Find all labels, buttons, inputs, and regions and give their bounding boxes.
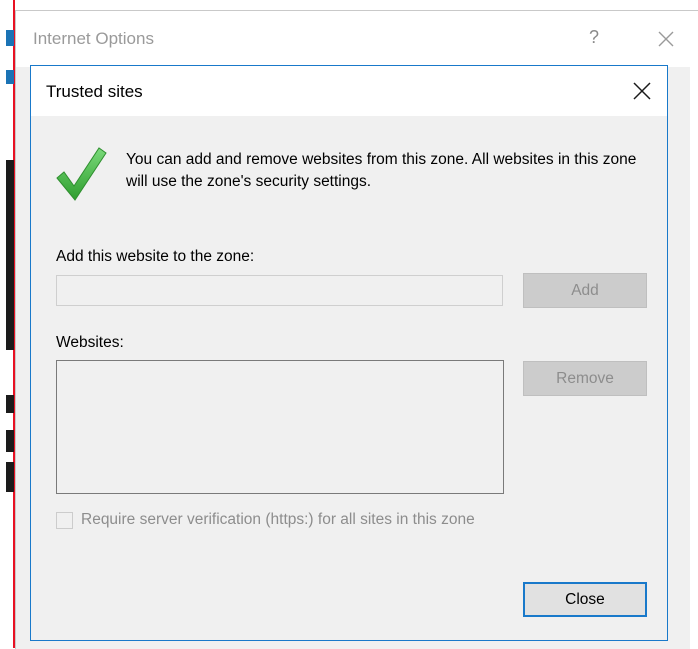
close-icon[interactable] — [656, 29, 676, 49]
dialog-titlebar: Trusted sites — [31, 66, 667, 116]
checkmark-icon — [56, 147, 107, 201]
websites-list[interactable] — [56, 360, 504, 494]
website-input[interactable] — [56, 275, 503, 306]
background-window-edge — [0, 0, 15, 648]
parent-window-body-edge — [690, 67, 698, 649]
close-icon[interactable] — [631, 80, 653, 102]
help-button[interactable]: ? — [584, 27, 604, 48]
zone-info-text: You can add and remove websites from thi… — [126, 151, 637, 190]
trusted-sites-dialog: Trusted sites You can add and remove web… — [30, 65, 668, 641]
parent-window-title: Internet Options — [33, 29, 154, 48]
parent-titlebar: Internet Options ? — [16, 11, 698, 67]
close-button[interactable]: Close — [523, 582, 647, 617]
add-website-label: Add this website to the zone: — [56, 248, 255, 265]
add-button[interactable]: Add — [523, 273, 647, 308]
require-verification-checkbox[interactable] — [56, 512, 73, 529]
websites-label: Websites: — [56, 334, 124, 351]
require-verification-label: Require server verification (https:) for… — [81, 511, 475, 528]
remove-button[interactable]: Remove — [523, 361, 647, 396]
dialog-title: Trusted sites — [46, 82, 143, 101]
